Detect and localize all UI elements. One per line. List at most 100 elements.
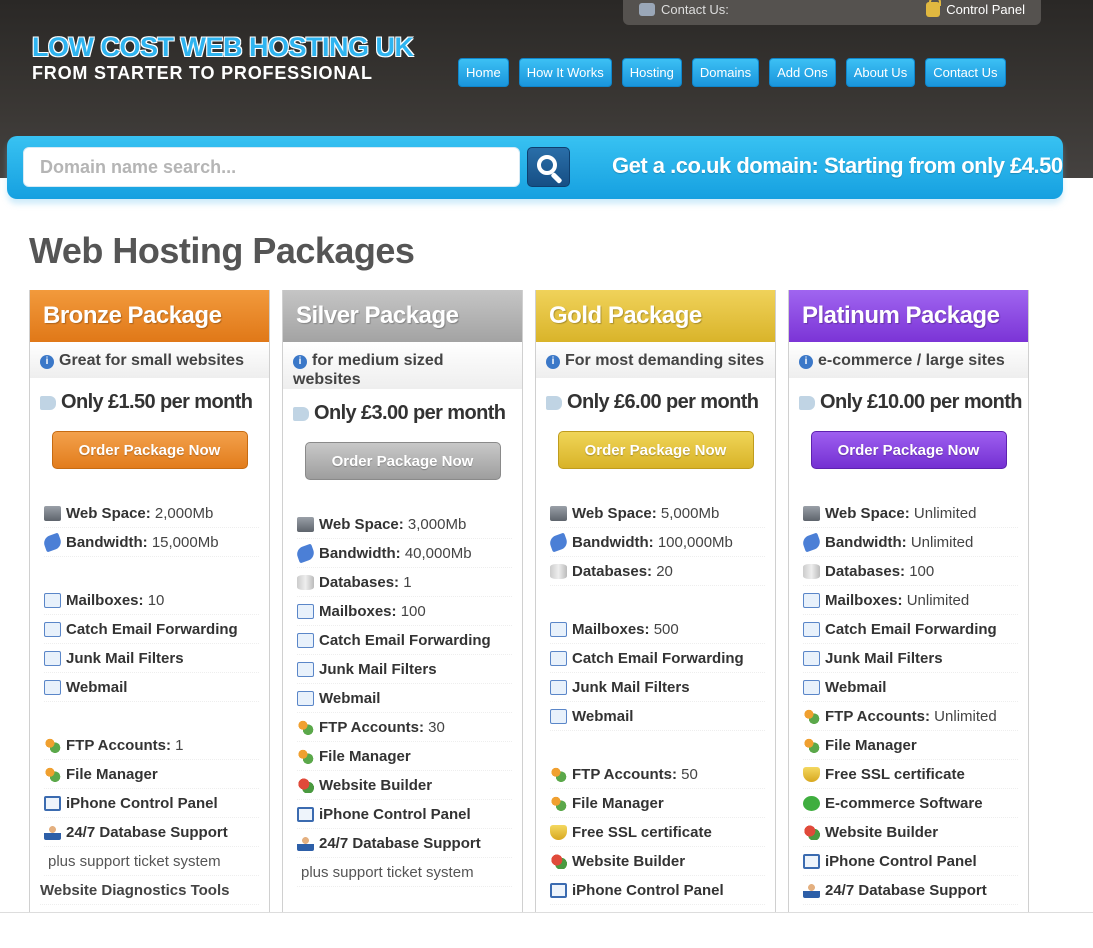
feature-label: Junk Mail Filters	[319, 660, 437, 678]
person-icon	[803, 882, 820, 898]
feature-label: Free SSL certificate	[572, 823, 712, 841]
package-title: Silver Package	[283, 290, 522, 342]
mail-icon	[297, 632, 314, 648]
contact-us-link[interactable]: Contact Us:	[639, 2, 729, 17]
feature-item: Databases: 100	[803, 557, 1018, 586]
feature-text: Mailboxes: 10	[66, 592, 164, 609]
price-text: Only £10.00 per month	[820, 391, 1023, 413]
feature-value: Unlimited	[909, 504, 977, 522]
feature-item: Mailboxes: 500	[550, 615, 765, 644]
tagline-text: e-commerce / large sites	[818, 352, 1005, 369]
phone-icon	[297, 806, 314, 822]
feature-text: Mailboxes: Unlimited	[825, 592, 969, 609]
mail-icon	[803, 650, 820, 666]
feature-item: Website Builder	[550, 847, 765, 876]
feature-item: Mailboxes: Unlimited	[803, 586, 1018, 615]
info-icon: i	[799, 355, 813, 369]
package-tagline: i for medium sized websites	[283, 342, 522, 389]
feature-text: Mailboxes: 100	[319, 603, 426, 620]
price-tag-icon	[799, 395, 815, 410]
package-price: Only £3.00 per month	[283, 389, 522, 425]
feature-label: File Manager	[66, 765, 158, 783]
feature-label: iPhone Control Panel	[66, 794, 218, 812]
order-package-button[interactable]: Order Package Now	[557, 431, 754, 469]
feature-text: Junk Mail Filters	[319, 661, 437, 678]
feature-value: 40,000Mb	[400, 544, 472, 562]
feature-value: Unlimited	[906, 533, 974, 551]
feature-text: Bandwidth: 15,000Mb	[66, 534, 219, 551]
main-navigation: Home How It Works Hosting Domains Add On…	[458, 58, 1006, 87]
server-icon	[44, 505, 61, 521]
order-package-button[interactable]: Order Package Now	[810, 431, 1007, 469]
feature-text: FTP Accounts: Unlimited	[825, 708, 997, 725]
domain-search-input[interactable]: Domain name search...	[23, 147, 520, 187]
feature-text: File Manager	[572, 795, 664, 812]
order-package-button[interactable]: Order Package Now	[304, 442, 501, 480]
feature-item: Web Space: Unlimited	[803, 499, 1018, 528]
feature-value: 5,000Mb	[656, 504, 720, 522]
feature-label: Website Builder	[319, 776, 433, 794]
server-icon	[550, 505, 567, 521]
users-icon	[44, 766, 61, 782]
shield-icon	[803, 766, 820, 782]
feature-item: Website Builder	[803, 818, 1018, 847]
nav-hosting[interactable]: Hosting	[621, 58, 682, 87]
feature-text: Webmail	[825, 679, 886, 696]
users-icon	[44, 737, 61, 753]
phone-icon	[639, 3, 655, 16]
silver-package-card: Silver Package i for medium sized websites…	[282, 290, 523, 930]
feature-list: Web Space: 2,000Mb Bandwidth: 15,000Mb Mai…	[30, 469, 269, 905]
feature-label: Junk Mail Filters	[572, 678, 690, 696]
feature-text: Catch Email Forwarding	[66, 621, 238, 638]
feature-item: Bandwidth: 40,000Mb	[294, 539, 512, 568]
feature-text: File Manager	[319, 748, 411, 765]
users-icon	[550, 795, 567, 811]
feature-text: Web Space: 2,000Mb	[66, 505, 213, 522]
feature-label: 24/7 Database Support	[825, 881, 987, 899]
feature-value: 30	[424, 718, 445, 736]
control-panel-link[interactable]: Control Panel	[926, 0, 1025, 17]
feature-value: 15,000Mb	[147, 533, 219, 551]
mail-icon	[44, 621, 61, 637]
feature-item: Catch Email Forwarding	[297, 626, 512, 655]
feature-label: Databases:	[319, 573, 400, 591]
feature-item: Junk Mail Filters	[297, 655, 512, 684]
nav-about-us[interactable]: About Us	[845, 58, 916, 87]
domain-promo-text: Get a .co.uk domain: Starting from only …	[612, 153, 1063, 178]
logo-title: LOW COST WEB HOSTING UK	[32, 32, 414, 62]
nav-how-it-works[interactable]: How It Works	[518, 58, 612, 87]
feature-item: Free SSL certificate	[803, 760, 1018, 789]
feature-label: Mailboxes:	[319, 602, 397, 620]
feature-label: FTP Accounts:	[572, 765, 678, 783]
package-price: Only £6.00 per month	[536, 378, 775, 414]
site-logo[interactable]: LOW COST WEB HOSTING UK FROM STARTER TO …	[32, 32, 414, 84]
feature-label: File Manager	[572, 794, 664, 812]
search-button[interactable]	[527, 147, 570, 187]
mail-icon	[550, 679, 567, 695]
mail-icon	[297, 661, 314, 677]
builder-icon	[550, 853, 567, 869]
nav-add-ons[interactable]: Add Ons	[769, 58, 836, 87]
platinum-package-card: Platinum Package i e-commerce / large site…	[788, 290, 1029, 930]
feature-text: Free SSL certificate	[572, 824, 712, 841]
tagline-text: For most demanding sites	[565, 352, 765, 369]
order-package-button[interactable]: Order Package Now	[51, 431, 248, 469]
feature-label: Mailboxes:	[66, 591, 144, 609]
nav-contact-us[interactable]: Contact Us	[925, 58, 1006, 87]
feature-text: E-commerce Software	[825, 795, 983, 812]
feature-text: Catch Email Forwarding	[319, 632, 491, 649]
nav-domains[interactable]: Domains	[691, 58, 760, 87]
feature-text: Free SSL certificate	[825, 766, 965, 783]
feature-value: 3,000Mb	[403, 515, 467, 533]
users-icon	[803, 708, 820, 724]
feature-text: File Manager	[66, 766, 158, 783]
feature-value: 1	[399, 573, 412, 591]
phone-icon	[44, 795, 61, 811]
cable-icon	[800, 532, 823, 552]
page-bottom	[0, 913, 1093, 948]
feature-text: Web Space: Unlimited	[825, 505, 976, 522]
feature-label: Databases:	[825, 562, 906, 580]
feature-label: Webmail	[66, 678, 128, 696]
feature-label: Bandwidth:	[66, 533, 148, 551]
nav-home[interactable]: Home	[458, 58, 509, 87]
